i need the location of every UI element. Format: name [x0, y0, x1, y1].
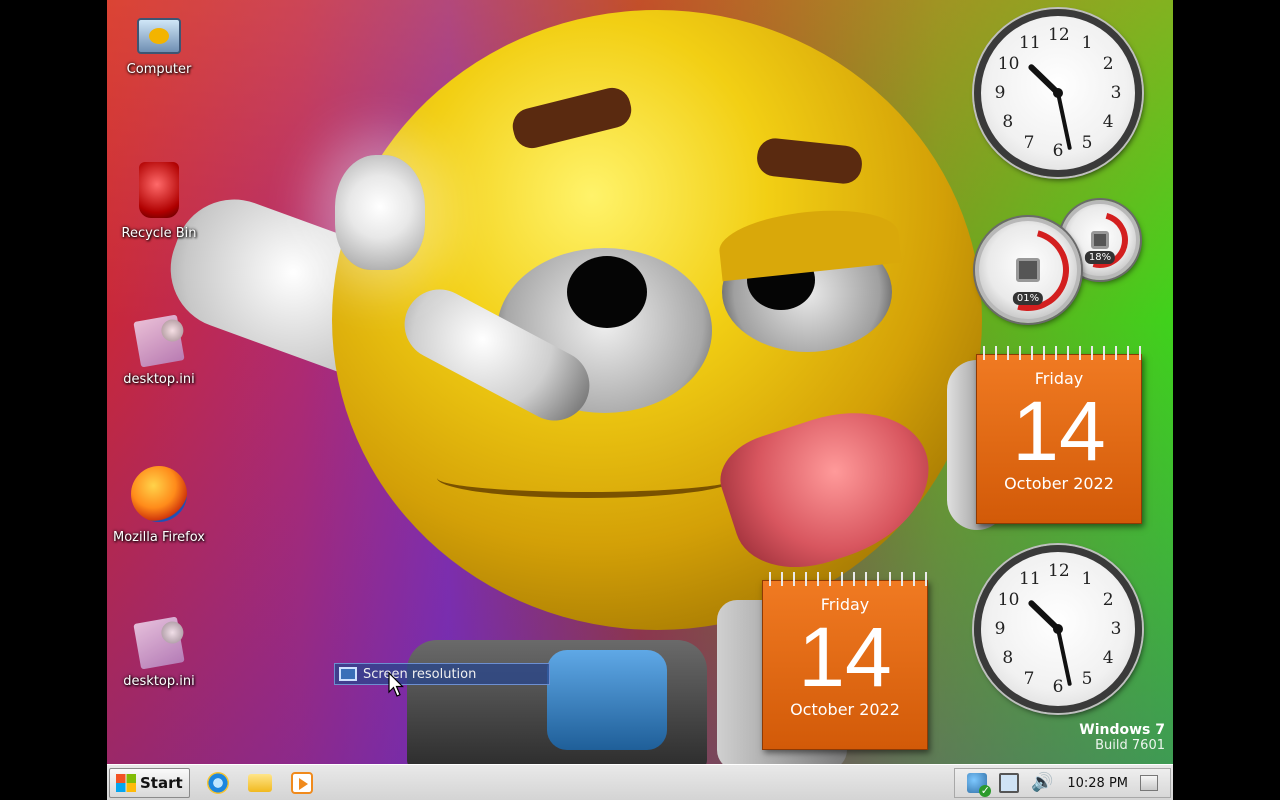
network-icon[interactable]	[999, 773, 1020, 793]
desktop-icon-label: Recycle Bin	[121, 226, 197, 241]
desktop-icon-computer[interactable]: Computer	[109, 12, 209, 77]
clock-number: 5	[1081, 669, 1093, 690]
calendar-month: October 2022	[1004, 474, 1114, 493]
clock-number: 6	[1052, 677, 1064, 697]
show-desktop-icon[interactable]	[1140, 775, 1158, 791]
desktop-icon-desktop-ini-2[interactable]: desktop.ini	[109, 616, 209, 689]
internet-explorer-icon	[206, 771, 229, 794]
calendar-rings	[977, 346, 1141, 360]
clock-number: 10	[997, 54, 1020, 74]
desktop-icon-label: desktop.ini	[123, 372, 195, 387]
clock-number: 3	[1110, 83, 1122, 103]
memory-meter-value: 18%	[1084, 251, 1116, 264]
clock-center	[1053, 88, 1063, 98]
ini-file-icon	[133, 616, 185, 670]
clock-number: 12	[1048, 25, 1070, 45]
desktop-icon-label: desktop.ini	[123, 674, 195, 689]
monitor-icon	[339, 667, 357, 681]
clock-number: 5	[1081, 133, 1093, 154]
desktop-icon-desktop-ini-1[interactable]: desktop.ini	[109, 314, 209, 387]
mouse-cursor-icon	[388, 672, 404, 697]
calendar-date: 14	[1012, 384, 1106, 478]
cpu-chip-icon	[1016, 258, 1040, 282]
clock-gadget-bottom[interactable]: 12 1 2 3 4 5 6 7 8 9 10 11	[974, 545, 1142, 713]
start-label: Start	[140, 773, 183, 792]
watermark-build: Build 7601	[1095, 738, 1165, 753]
desktop-icon-firefox[interactable]: Mozilla Firefox	[109, 466, 209, 545]
clock-gadget-top[interactable]: 12 1 2 3 4 5 6 7 8 9 10 11	[974, 9, 1142, 177]
action-center-icon[interactable]	[967, 773, 992, 797]
clock-number: 4	[1102, 648, 1114, 668]
clock-number: 1	[1081, 32, 1093, 53]
firefox-icon	[131, 466, 187, 522]
clock-number: 9	[994, 83, 1006, 103]
calendar-month: October 2022	[790, 700, 900, 719]
clock-number: 6	[1052, 141, 1064, 161]
cpu-meter-value: 01%	[1012, 292, 1044, 305]
desktop-icon-recycle-bin[interactable]: Recycle Bin	[109, 162, 209, 241]
memory-chip-icon	[1091, 231, 1109, 249]
clock-number: 1	[1081, 568, 1093, 589]
quicklaunch-explorer[interactable]	[246, 769, 274, 797]
start-button[interactable]: Start	[109, 767, 190, 798]
desktop-icon-label: Computer	[126, 62, 192, 77]
taskbar: Start 🔊 10:28 PM	[107, 764, 1173, 800]
quicklaunch-media-player[interactable]	[288, 769, 316, 797]
clock-number: 10	[997, 590, 1020, 610]
calendar-gadget-bottom[interactable]: Friday 14 October 2022	[762, 572, 928, 750]
clock-number: 7	[1023, 669, 1035, 690]
calendar-gadget-right[interactable]: Friday 14 October 2022	[976, 346, 1142, 524]
recycle-bin-icon	[139, 162, 179, 218]
calendar-date: 14	[798, 610, 892, 704]
wallpaper-pupil-left	[567, 256, 647, 328]
desktop-screen[interactable]: Computer Recycle Bin desktop.ini Mozilla…	[107, 0, 1173, 800]
clock-number: 11	[1019, 32, 1041, 53]
wallpaper-mouth	[437, 458, 737, 498]
system-tray: 🔊 10:28 PM	[954, 768, 1171, 798]
clock-number: 11	[1019, 568, 1041, 589]
wallpaper-shoe-accent	[547, 650, 667, 750]
volume-icon[interactable]: 🔊	[1031, 773, 1053, 793]
clock-center	[1053, 624, 1063, 634]
screen-resolution-item[interactable]: Screen resolution	[334, 663, 550, 685]
windows-logo-icon	[116, 773, 136, 792]
clock-number: 2	[1102, 590, 1114, 610]
cpu-meter[interactable]: 01%	[971, 213, 1085, 327]
clock-number: 9	[994, 619, 1006, 639]
clock-number: 2	[1102, 54, 1114, 74]
clock-number: 12	[1048, 561, 1070, 581]
clock-number: 8	[1002, 112, 1014, 132]
computer-icon	[137, 18, 181, 54]
screen-resolution-label: Screen resolution	[363, 666, 477, 682]
folder-icon	[247, 773, 272, 792]
clock-number: 7	[1023, 133, 1035, 154]
quicklaunch-internet-explorer[interactable]	[204, 769, 232, 797]
watermark-os: Windows 7	[1079, 722, 1165, 738]
clock-number: 3	[1110, 619, 1122, 639]
windows-watermark: Windows 7 Build 7601	[1079, 722, 1165, 753]
media-player-icon	[290, 771, 313, 794]
desktop-icon-label: Mozilla Firefox	[113, 530, 205, 545]
clock-number: 8	[1002, 648, 1014, 668]
calendar-rings	[763, 572, 927, 586]
ini-file-icon	[133, 314, 185, 368]
wallpaper-light-bulb	[335, 155, 425, 270]
taskbar-clock[interactable]: 10:28 PM	[1067, 776, 1128, 791]
clock-number: 4	[1102, 112, 1114, 132]
